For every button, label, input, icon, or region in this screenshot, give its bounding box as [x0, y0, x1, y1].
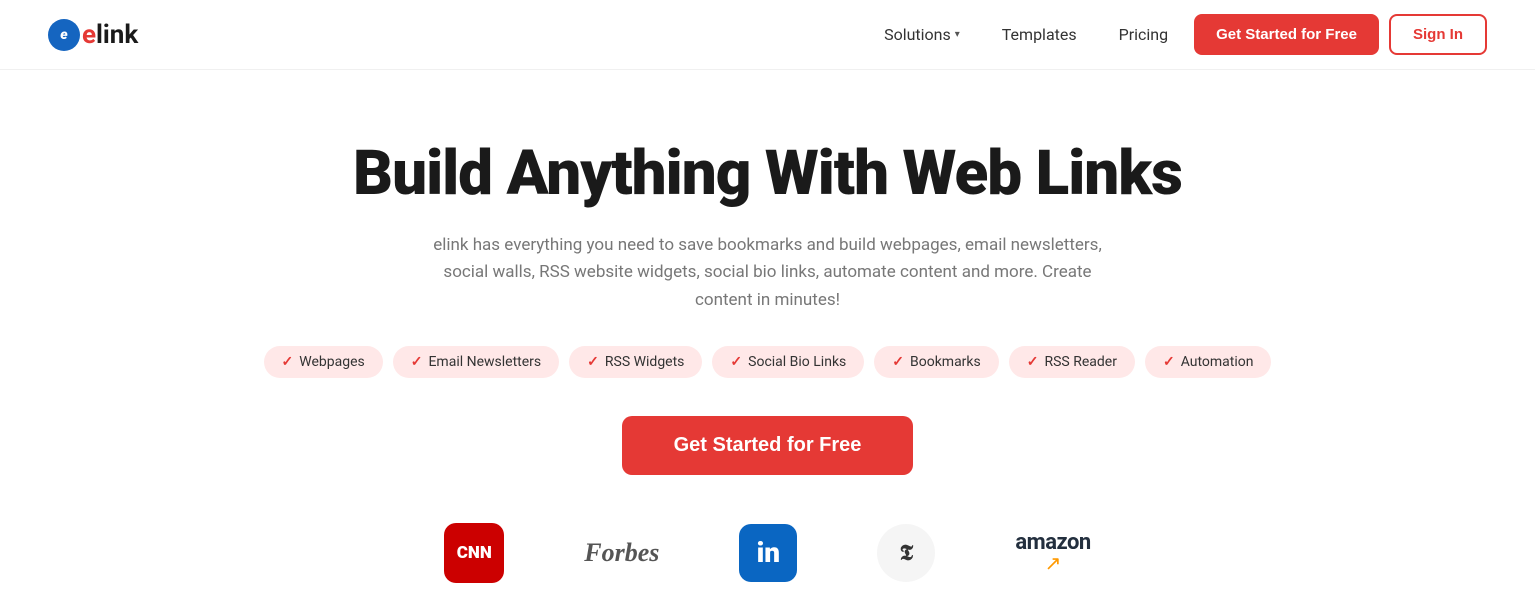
nav-templates[interactable]: Templates [986, 17, 1093, 52]
tag-rss-widgets: ✓ RSS Widgets [569, 346, 702, 378]
tag-bookmarks: ✓ Bookmarks [874, 346, 998, 378]
hero-title: Build Anything With Web Links [20, 140, 1515, 208]
tag-rss-reader: ✓ RSS Reader [1009, 346, 1135, 378]
linkedin-logo: in [739, 524, 797, 582]
nav-links: Solutions ▾ Templates Pricing Get Starte… [868, 14, 1487, 55]
check-icon: ✓ [1163, 354, 1175, 370]
tag-social-bio-links: ✓ Social Bio Links [712, 346, 864, 378]
tag-email-newsletters: ✓ Email Newsletters [393, 346, 559, 378]
hero-section: Build Anything With Web Links elink has … [0, 70, 1535, 613]
tag-label: RSS Widgets [605, 354, 685, 370]
hero-get-started-button[interactable]: Get Started for Free [622, 416, 914, 475]
nav-pricing[interactable]: Pricing [1103, 17, 1185, 52]
tag-label: Email Newsletters [428, 354, 541, 370]
nyt-logo: 𝕿 [877, 524, 935, 582]
navigation: e elink Solutions ▾ Templates Pricing Ge… [0, 0, 1535, 70]
forbes-logo: Forbes [584, 538, 659, 568]
chevron-down-icon: ▾ [955, 29, 960, 40]
tag-label: Bookmarks [910, 354, 981, 370]
pricing-label: Pricing [1119, 25, 1169, 44]
logo-icon: e [48, 19, 80, 51]
logo[interactable]: e elink [48, 19, 138, 51]
check-icon: ✓ [411, 354, 423, 370]
tag-label: RSS Reader [1044, 354, 1116, 370]
check-icon: ✓ [892, 354, 904, 370]
check-icon: ✓ [1027, 354, 1039, 370]
logo-text: elink [82, 20, 138, 50]
amazon-arrow-icon: ↗ [1045, 551, 1062, 575]
tag-automation: ✓ Automation [1145, 346, 1272, 378]
check-icon: ✓ [587, 354, 599, 370]
tag-label: Social Bio Links [748, 354, 846, 370]
cnn-logo: CNN [444, 523, 504, 583]
hero-subtitle: elink has everything you need to save bo… [418, 232, 1118, 314]
tag-webpages: ✓ Webpages [264, 346, 383, 378]
check-icon: ✓ [730, 354, 742, 370]
feature-tags: ✓ Webpages ✓ Email Newsletters ✓ RSS Wid… [20, 346, 1515, 378]
nav-solutions[interactable]: Solutions ▾ [868, 17, 976, 52]
amazon-logo: amazon ↗ [1015, 530, 1090, 575]
nav-sign-in-button[interactable]: Sign In [1389, 14, 1487, 55]
tag-label: Automation [1181, 354, 1254, 370]
tag-label: Webpages [299, 354, 364, 370]
nav-get-started-button[interactable]: Get Started for Free [1194, 14, 1379, 55]
check-icon: ✓ [282, 354, 294, 370]
templates-label: Templates [1002, 25, 1077, 44]
solutions-label: Solutions [884, 25, 951, 44]
partner-logos: CNN Forbes in 𝕿 amazon ↗ [20, 523, 1515, 583]
